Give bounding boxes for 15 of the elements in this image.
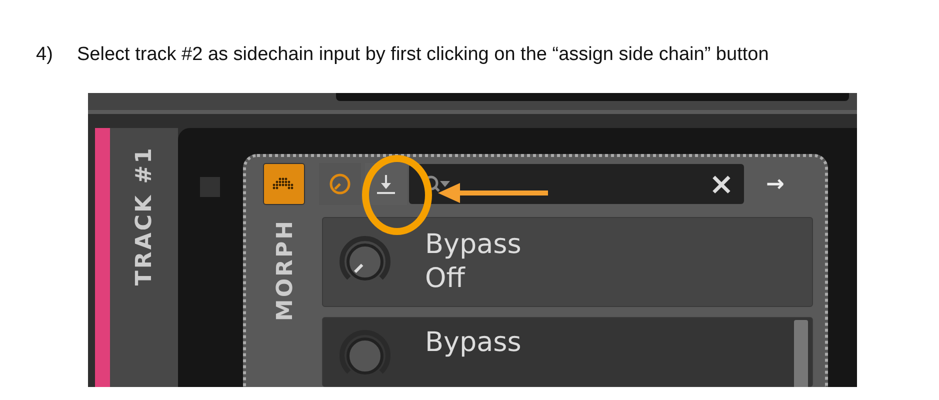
parameter-value: Off	[425, 262, 466, 296]
knob-icon	[328, 172, 352, 196]
track-name: TRACK #1	[132, 146, 156, 286]
parameter-name: Bypass	[425, 326, 522, 360]
device-name: MORPH	[272, 219, 298, 322]
forward-button[interactable]: →	[766, 172, 784, 196]
clear-button[interactable]: ×	[708, 166, 734, 202]
step-number: 4)	[36, 44, 54, 66]
parameter-name: Bypass	[425, 228, 522, 262]
instruction-text: Select track #2 as sidechain input by first clicking on the “assign side chain” button	[77, 44, 769, 66]
download-icon	[375, 172, 397, 196]
chain-connector	[200, 177, 220, 197]
device-button[interactable]	[263, 163, 305, 205]
knob-button[interactable]	[319, 163, 361, 205]
search-field[interactable]: ×	[409, 164, 744, 204]
